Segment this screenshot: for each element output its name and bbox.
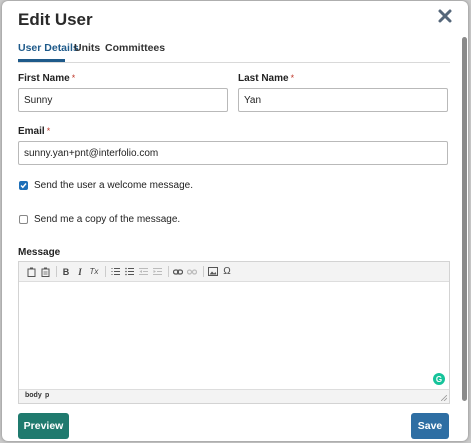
welcome-checkbox-label: Send the user a welcome message.	[34, 180, 193, 191]
close-icon[interactable]	[436, 7, 454, 25]
modal-scrollbar[interactable]	[462, 37, 467, 401]
italic-icon[interactable]: I	[74, 266, 86, 278]
copy-checkbox[interactable]	[19, 215, 28, 224]
special-char-icon[interactable]: Ω	[221, 266, 233, 278]
grammarly-icon[interactable]: G	[433, 373, 445, 385]
editor-toolbar: B I Tx Ω	[19, 262, 449, 282]
link-icon[interactable]	[172, 266, 184, 278]
last-name-label: Last Name *	[238, 73, 295, 84]
last-name-field[interactable]	[238, 88, 448, 112]
checkmark-icon	[20, 183, 27, 189]
copy-checkbox-row[interactable]: Send me a copy of the message.	[19, 214, 180, 225]
welcome-checkbox-row[interactable]: Send the user a welcome message.	[19, 180, 193, 191]
modal-title: Edit User	[18, 10, 93, 29]
bulleted-list-icon[interactable]	[123, 266, 135, 278]
first-name-label: First Name *	[18, 73, 76, 84]
tab-user-details[interactable]: User Details	[18, 42, 79, 54]
copy-checkbox-label: Send me a copy of the message.	[34, 214, 181, 225]
message-editor: B I Tx Ω G body p	[18, 261, 450, 404]
email-label: Email *	[18, 126, 51, 137]
edit-user-modal: Edit User User Details Units Committees …	[2, 1, 468, 441]
indent-icon[interactable]	[151, 266, 163, 278]
unlink-icon[interactable]	[186, 266, 198, 278]
tab-units[interactable]: Units	[74, 42, 100, 54]
message-body[interactable]	[19, 283, 449, 390]
outdent-icon[interactable]	[137, 266, 149, 278]
image-icon[interactable]	[207, 266, 219, 278]
save-button[interactable]: Save	[411, 413, 449, 439]
numbered-list-icon[interactable]	[109, 266, 121, 278]
email-field[interactable]	[18, 141, 448, 165]
preview-button[interactable]: Preview	[18, 413, 69, 439]
paste-text-icon[interactable]	[39, 266, 51, 278]
resize-handle-icon[interactable]	[441, 395, 447, 401]
editor-statusbar: body p	[19, 389, 449, 403]
tab-bar: User Details Units Committees	[18, 40, 450, 63]
path-p[interactable]: p	[45, 392, 49, 399]
welcome-checkbox[interactable]	[19, 181, 28, 190]
first-name-field[interactable]	[18, 88, 228, 112]
remove-format-icon[interactable]: Tx	[88, 266, 100, 278]
path-body[interactable]: body	[25, 392, 42, 399]
message-label: Message	[18, 247, 61, 258]
tab-committees[interactable]: Committees	[105, 42, 165, 54]
paste-icon[interactable]	[25, 266, 37, 278]
bold-icon[interactable]: B	[60, 266, 72, 278]
active-tab-indicator	[18, 59, 65, 62]
